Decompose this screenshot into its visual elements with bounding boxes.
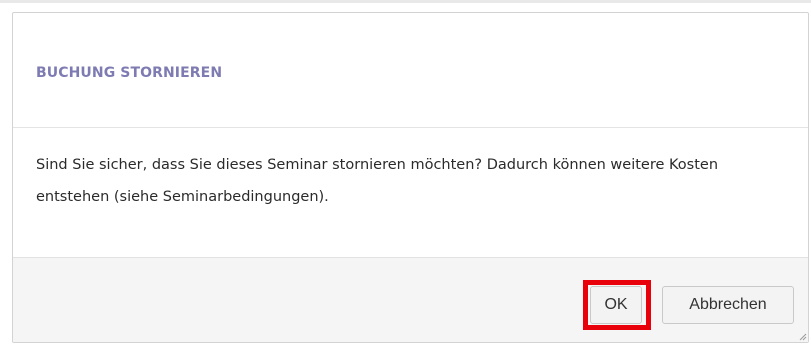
resize-grip-icon[interactable] xyxy=(799,333,807,341)
ok-button[interactable]: OK xyxy=(590,286,642,324)
dialog-footer: OK Abbrechen xyxy=(13,257,808,342)
cancel-button[interactable]: Abbrechen xyxy=(662,286,794,324)
cancel-booking-dialog: BUCHUNG STORNIEREN Sind Sie sicher, dass… xyxy=(12,12,809,343)
background-page-edge xyxy=(0,0,811,3)
dialog-header: BUCHUNG STORNIEREN xyxy=(13,13,808,128)
dialog-title: BUCHUNG STORNIEREN xyxy=(36,65,223,81)
dialog-message: Sind Sie sicher, dass Sie dieses Seminar… xyxy=(36,157,719,205)
dialog-body: Sind Sie sicher, dass Sie dieses Seminar… xyxy=(13,128,808,257)
